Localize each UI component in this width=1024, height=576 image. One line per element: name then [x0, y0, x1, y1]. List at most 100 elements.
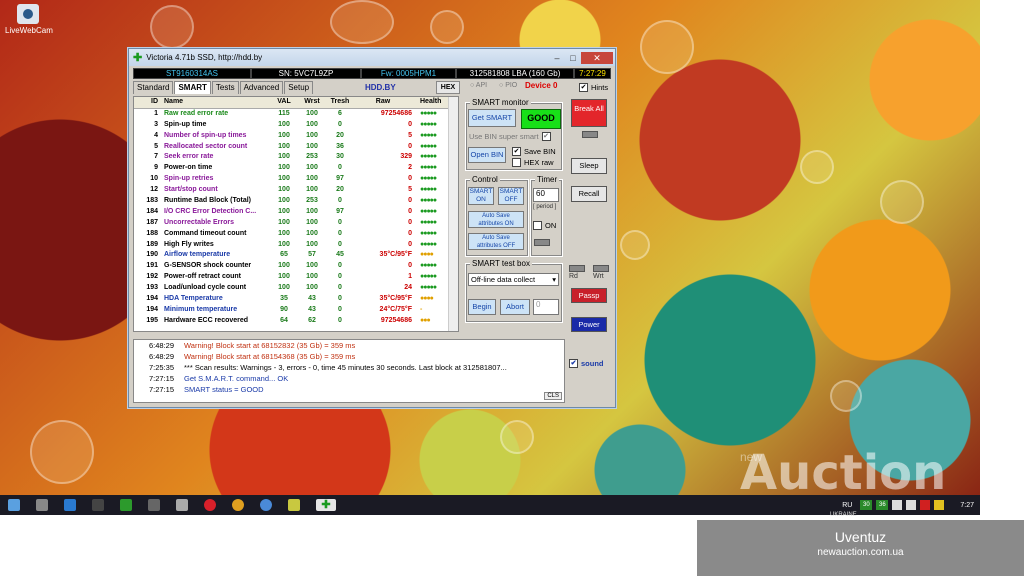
- test-type-select[interactable]: Off-line data collect ▾: [468, 273, 559, 286]
- language-indicator[interactable]: RU: [842, 502, 852, 509]
- network-icon[interactable]: [892, 500, 903, 510]
- smart-off-button[interactable]: SMART OFF: [498, 187, 524, 205]
- clear-log-button[interactable]: CLS: [544, 392, 562, 400]
- table-row[interactable]: 7 Seek error rate 100 253 30 329 ●●●●●: [134, 152, 458, 163]
- opera-icon[interactable]: [204, 499, 216, 511]
- col-tresh[interactable]: Tresh: [326, 97, 354, 108]
- cell-id: 1: [154, 109, 158, 117]
- browser-icon[interactable]: [260, 499, 272, 511]
- table-row[interactable]: 194 Minimum temperature 90 43 0 24°C/75°F -: [134, 305, 458, 316]
- table-row[interactable]: 192 Power-off retract count 100 100 0 1 ●●●●●: [134, 272, 458, 283]
- sleep-button[interactable]: Sleep: [571, 158, 607, 174]
- table-row[interactable]: 190 Airflow temperature 65 57 45 35°C/95°F ●●●…: [134, 250, 458, 261]
- col-raw[interactable]: Raw: [354, 97, 418, 108]
- sound-label: sound: [581, 359, 604, 368]
- title-bar[interactable]: ✚ Victoria 4.71b SSD, http://hdd.by – □ …: [129, 49, 615, 66]
- col-wrst[interactable]: Wrst: [298, 97, 326, 108]
- table-row[interactable]: 5 Reallocated sector count 100 100 36 0 ●●●●●: [134, 142, 458, 153]
- table-row[interactable]: 194 HDA Temperature 35 43 0 35°C/95°F ●●●●: [134, 294, 458, 305]
- break-all-button[interactable]: Break All: [571, 99, 607, 127]
- hex-raw-checkbox[interactable]: HEX raw: [512, 158, 554, 167]
- test-progress-field[interactable]: 0: [533, 299, 559, 315]
- maximize-button[interactable]: □: [565, 52, 581, 64]
- tab-setup[interactable]: Setup: [284, 81, 314, 94]
- table-row[interactable]: 188 Command timeout count 100 100 0 0 ●●●●●: [134, 229, 458, 240]
- panel-title: Control: [470, 175, 500, 184]
- hex-button[interactable]: HEX: [436, 81, 460, 94]
- cell-wrst: 100: [306, 240, 318, 248]
- chrome-icon[interactable]: [232, 499, 244, 511]
- cell-raw: 97254686: [380, 109, 412, 117]
- smart-on-button[interactable]: SMART ON: [468, 187, 494, 205]
- hddby-link[interactable]: HDD.BY: [365, 83, 396, 92]
- table-scrollbar[interactable]: [448, 97, 458, 331]
- table-row[interactable]: 9 Power-on time 100 100 0 2 ●●●●●: [134, 163, 458, 174]
- taskbar-app-icon[interactable]: [64, 499, 76, 511]
- use-bin-checkbox[interactable]: Use BIN super smart ✔: [469, 132, 554, 141]
- cell-tresh: 0: [338, 295, 342, 303]
- table-row[interactable]: 193 Load/unload cycle count 100 100 0 24 ●●●●●: [134, 283, 458, 294]
- volume-icon[interactable]: [906, 500, 917, 510]
- cell-name: Raw read error rate: [164, 109, 229, 117]
- cell-val: 100: [278, 120, 290, 128]
- table-row[interactable]: 191 G-SENSOR shock counter 100 100 0 0 ●●●●●: [134, 261, 458, 272]
- taskbar-app-icon[interactable]: [148, 499, 160, 511]
- log-time: 6:48:29: [148, 341, 174, 350]
- tab-smart[interactable]: SMART: [174, 81, 211, 94]
- timer-input[interactable]: 60: [533, 188, 559, 202]
- tray-badge[interactable]: 30: [860, 500, 873, 510]
- table-row[interactable]: 195 Hardware ECC recovered 64 62 0 97254686 ●●…: [134, 316, 458, 327]
- close-button[interactable]: ✕: [581, 51, 613, 64]
- autosave-off-button[interactable]: Auto Save attributes OFF: [468, 233, 524, 250]
- table-row[interactable]: 12 Start/stop count 100 100 20 5 ●●●●●: [134, 185, 458, 196]
- table-row[interactable]: 183 Runtime Bad Block (Total) 100 253 0 0 ●●●●…: [134, 196, 458, 207]
- save-bin-checkbox[interactable]: ✔ Save BIN: [512, 147, 556, 156]
- cell-wrst: 100: [306, 164, 318, 172]
- col-id[interactable]: ID: [134, 97, 162, 108]
- tab-advanced[interactable]: Advanced: [239, 81, 284, 94]
- table-row[interactable]: 10 Spin-up retries 100 100 97 0 ●●●●●: [134, 174, 458, 185]
- cell-raw: 97254686: [380, 316, 412, 324]
- taskbar-app-icon[interactable]: [176, 499, 188, 511]
- table-row[interactable]: 189 High Fly writes 100 100 0 0 ●●●●●: [134, 240, 458, 251]
- col-val[interactable]: VAL: [270, 97, 298, 108]
- paint-icon[interactable]: [288, 499, 300, 511]
- recall-button[interactable]: Recall: [571, 186, 607, 202]
- table-row[interactable]: 187 Uncorrectable Errors 100 100 0 0 ●●●●●: [134, 218, 458, 229]
- victoria-taskbar-icon[interactable]: ✚: [316, 499, 336, 511]
- taskbar-app-icon[interactable]: [120, 499, 132, 511]
- minimize-button[interactable]: –: [549, 52, 565, 64]
- begin-button[interactable]: Begin: [468, 299, 496, 315]
- taskbar-app-icon[interactable]: [36, 499, 48, 511]
- api-radio[interactable]: ○ API: [470, 82, 487, 89]
- open-bin-button[interactable]: Open BIN: [468, 147, 506, 163]
- sound-checkbox[interactable]: ✔ sound: [569, 359, 604, 368]
- start-icon[interactable]: [8, 499, 20, 511]
- pio-radio[interactable]: ○ PIO: [499, 82, 517, 89]
- taskbar-app-icon[interactable]: [92, 499, 104, 511]
- tab-tests[interactable]: Tests: [211, 81, 239, 94]
- autosave-on-button[interactable]: Auto Save attributes ON: [468, 211, 524, 228]
- watermark-caption: UKRAINE: [830, 512, 857, 518]
- tray-badge[interactable]: 36: [876, 500, 889, 510]
- tray-app-icon[interactable]: [920, 500, 931, 510]
- abort-button[interactable]: Abort: [500, 299, 530, 315]
- tray-clock[interactable]: 7:27: [960, 502, 974, 509]
- get-smart-button[interactable]: Get SMART: [468, 109, 516, 127]
- table-row[interactable]: 1 Raw read error rate 115 100 6 97254686 ●●●●●: [134, 109, 458, 120]
- power-button[interactable]: Power: [571, 317, 607, 332]
- table-row[interactable]: 3 Spin-up time 100 100 0 0 ●●●●●: [134, 120, 458, 131]
- cell-raw: 0: [408, 218, 412, 226]
- table-row[interactable]: 184 I/O CRC Error Detection C... 100 100 97 0…: [134, 207, 458, 218]
- tray-app-icon[interactable]: [934, 500, 945, 510]
- table-row[interactable]: 4 Number of spin-up times 100 100 20 5 ●●●●●: [134, 131, 458, 142]
- cell-wrst: 100: [306, 262, 318, 270]
- hints-checkbox[interactable]: ✔ Hints: [579, 83, 608, 92]
- rd-indicator: [569, 265, 585, 272]
- passp-button[interactable]: Passp: [571, 288, 607, 303]
- timer-on-checkbox[interactable]: ON: [533, 221, 556, 230]
- device-label: Device 0: [525, 81, 558, 90]
- col-name[interactable]: Name: [162, 97, 270, 108]
- livewebcam-desktop-icon[interactable]: LiveWebCam: [5, 4, 53, 35]
- tab-standard[interactable]: Standard: [133, 81, 174, 94]
